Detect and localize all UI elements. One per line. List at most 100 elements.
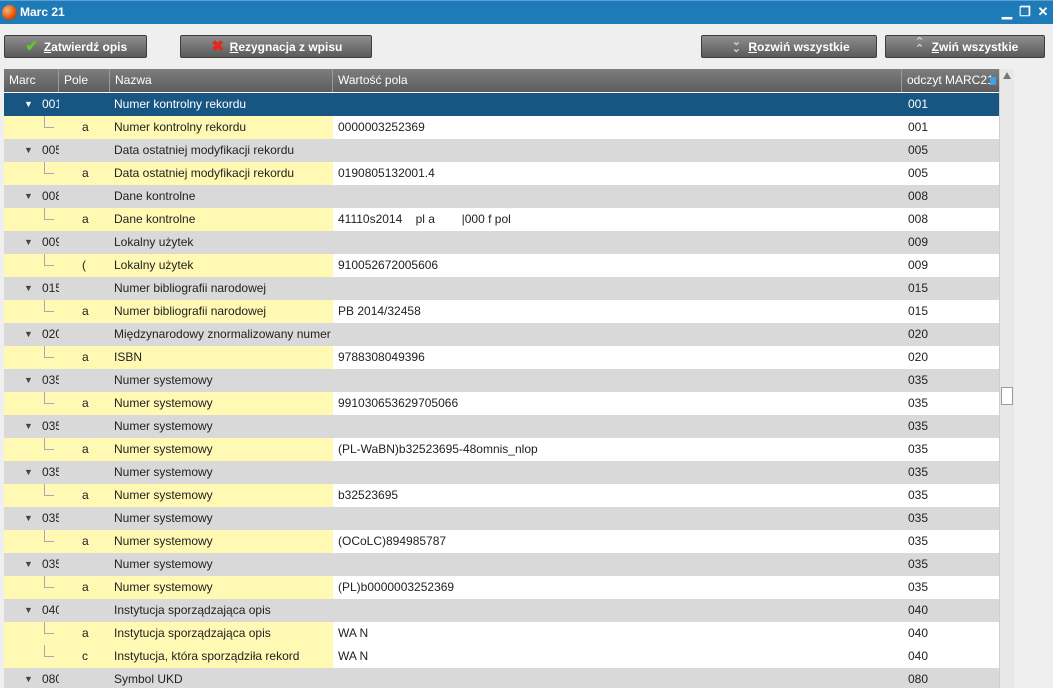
field-row[interactable]: ▼ 035 Numer systemowy 035 [4, 415, 999, 438]
expand-toggle-icon[interactable]: ▼ [24, 369, 34, 392]
name-cell: Numer systemowy [110, 392, 333, 415]
value-cell[interactable]: b32523695 [333, 484, 902, 507]
close-button[interactable]: ✕ [1035, 4, 1051, 20]
scrollbar-thumb[interactable] [1001, 387, 1013, 405]
value-cell[interactable]: (OCoLC)894985787 [333, 530, 902, 553]
expand-toggle-icon[interactable]: ▼ [24, 668, 34, 688]
marc-cell: ▼ 035 [4, 553, 59, 576]
readout-cell: 001 [908, 97, 929, 111]
tree-connector [44, 208, 54, 220]
minimize-button[interactable]: ▁ [999, 4, 1015, 20]
subfield-row[interactable]: a ISBN 9788308049396 020 [4, 346, 999, 369]
name-cell: Międzynarodowy znormalizowany numer [114, 327, 331, 341]
subfield-row[interactable]: c Instytucja, która sporządziła rekord WA … [4, 645, 999, 668]
expand-all-button[interactable]: ⌄ ⌄ Rozwiń wszystkie [701, 35, 877, 58]
subfield-row[interactable]: a Data ostatniej modyfikacji rekordu 01908… [4, 162, 999, 185]
value-cell [333, 185, 902, 208]
close-icon: ✖ [211, 37, 224, 55]
collapse-all-button[interactable]: ⌃ ⌃ Zwiń wszystkie [885, 35, 1045, 58]
value-cell[interactable]: 9788308049396 [333, 346, 902, 369]
column-header-marc[interactable]: Marc [4, 69, 59, 92]
field-row[interactable]: ▼ 020 Międzynarodowy znormalizowany numer 0… [4, 323, 999, 346]
readout-cell: 005 [908, 166, 929, 180]
value-cell[interactable]: WA N [333, 622, 902, 645]
cancel-entry-button[interactable]: ✖ Rezygnacja z wpisu [180, 35, 372, 58]
value-cell[interactable]: 0190805132001.4 [333, 162, 902, 185]
maximize-button[interactable]: ❐ [1017, 4, 1033, 20]
confirm-description-button[interactable]: ✔ Zatwierdź opis [4, 35, 147, 58]
pole-cell: a [59, 208, 110, 231]
marc-cell [4, 438, 59, 461]
expand-toggle-icon[interactable]: ▼ [24, 139, 34, 162]
field-row[interactable]: ▼ 035 Numer systemowy 035 [4, 369, 999, 392]
subfield-row[interactable]: (Lokalny użytek 910052672005606 009 [4, 254, 999, 277]
subfield-code: a [82, 626, 89, 640]
column-header-nazwa[interactable]: Nazwa [110, 69, 333, 92]
pole-cell: a [59, 116, 110, 139]
subfield-row[interactable]: a Instytucja sporządzająca opis WA N 040 [4, 622, 999, 645]
field-row[interactable]: ▼ 015 Numer bibliografii narodowej 015 [4, 277, 999, 300]
readout-cell: 040 [908, 626, 929, 640]
subfield-row[interactable]: a Dane kontrolne 41110s2014 pl a |000 f po… [4, 208, 999, 231]
expand-toggle-icon[interactable]: ▼ [24, 599, 34, 622]
field-row[interactable]: ▼ 008 Dane kontrolne 008 [4, 185, 999, 208]
value-cell[interactable]: (PL-WaBN)b32523695-48omnis_nlop [333, 438, 902, 461]
subfield-row[interactable]: a Numer kontrolny rekordu 0000003252369 001 [4, 116, 999, 139]
field-row[interactable]: ▼ 040 Instytucja sporządzająca opis 040 [4, 599, 999, 622]
value-cell[interactable]: 991030653629705066 [333, 392, 902, 415]
marc-cell: ▼ 009 [4, 231, 59, 254]
expand-toggle-icon[interactable]: ▼ [24, 415, 34, 438]
readout-cell: 008 [908, 212, 929, 226]
value-cell[interactable]: 41110s2014 pl a |000 f pol [333, 208, 902, 231]
expand-toggle-icon[interactable]: ▼ [24, 323, 34, 346]
column-header-pole[interactable]: Pole [59, 69, 110, 92]
field-row[interactable]: ▼ 005 Data ostatniej modyfikacji rekordu 00… [4, 139, 999, 162]
column-header-readout[interactable]: odczyt MARC21 [902, 69, 999, 92]
value-cell [333, 668, 902, 688]
pole-cell [59, 231, 110, 254]
subfield-code: a [82, 580, 89, 594]
tree-connector [44, 622, 54, 634]
tree-connector [44, 576, 54, 588]
expand-toggle-icon[interactable]: ▼ [24, 231, 34, 254]
right-pane [1014, 69, 1053, 688]
column-header-readout-label: odczyt MARC21 [907, 73, 994, 87]
pole-cell [59, 277, 110, 300]
vertical-scrollbar[interactable] [999, 69, 1014, 688]
subfield-row[interactable]: a Numer systemowy b32523695 035 [4, 484, 999, 507]
expand-toggle-icon[interactable]: ▼ [24, 93, 34, 116]
name-cell: Numer kontrolny rekordu [110, 116, 333, 139]
subfield-row[interactable]: a Numer systemowy 991030653629705066 035 [4, 392, 999, 415]
readout-cell: 035 [908, 419, 929, 433]
expand-toggle-icon[interactable]: ▼ [24, 507, 34, 530]
value-cell[interactable]: PB 2014/32458 [333, 300, 902, 323]
readout-cell: 035 [908, 373, 929, 387]
marc-tag: 015 [42, 281, 59, 295]
value-cell[interactable]: WA N [333, 645, 902, 668]
field-row[interactable]: ▼ 080 Symbol UKD 080 [4, 668, 999, 688]
subfield-row[interactable]: a Numer systemowy (OCoLC)894985787 035 [4, 530, 999, 553]
field-row[interactable]: ▼ 035 Numer systemowy 035 [4, 461, 999, 484]
value-cell[interactable]: 0000003252369 [333, 116, 902, 139]
value-cell[interactable]: (PL)b0000003252369 [333, 576, 902, 599]
field-row[interactable]: ▼ 009 Lokalny użytek 009 [4, 231, 999, 254]
scroll-up-icon[interactable] [1003, 72, 1011, 79]
readout-cell: 040 [908, 649, 929, 663]
value-cell[interactable]: 910052672005606 [333, 254, 902, 277]
expand-toggle-icon[interactable]: ▼ [24, 553, 34, 576]
column-header-value[interactable]: Wartość pola [333, 69, 902, 92]
marc-tag: 008 [42, 189, 59, 203]
field-row[interactable]: ▼ 035 Numer systemowy 035 [4, 507, 999, 530]
expand-toggle-icon[interactable]: ▼ [24, 185, 34, 208]
readout-cell: 035 [908, 580, 929, 594]
field-row[interactable]: ▼ 001 Numer kontrolny rekordu 001 [4, 93, 999, 116]
subfield-row[interactable]: a Numer bibliografii narodowej PB 2014/324… [4, 300, 999, 323]
title-bar: Marc 21 ▁ ❐ ✕ [0, 0, 1053, 24]
expand-toggle-icon[interactable]: ▼ [24, 277, 34, 300]
expand-toggle-icon[interactable]: ▼ [24, 461, 34, 484]
subfield-row[interactable]: a Numer systemowy (PL-WaBN)b32523695-48omn… [4, 438, 999, 461]
tree-connector [44, 116, 54, 128]
subfield-row[interactable]: a Numer systemowy (PL)b0000003252369 035 [4, 576, 999, 599]
name-cell: Symbol UKD [114, 672, 183, 686]
field-row[interactable]: ▼ 035 Numer systemowy 035 [4, 553, 999, 576]
